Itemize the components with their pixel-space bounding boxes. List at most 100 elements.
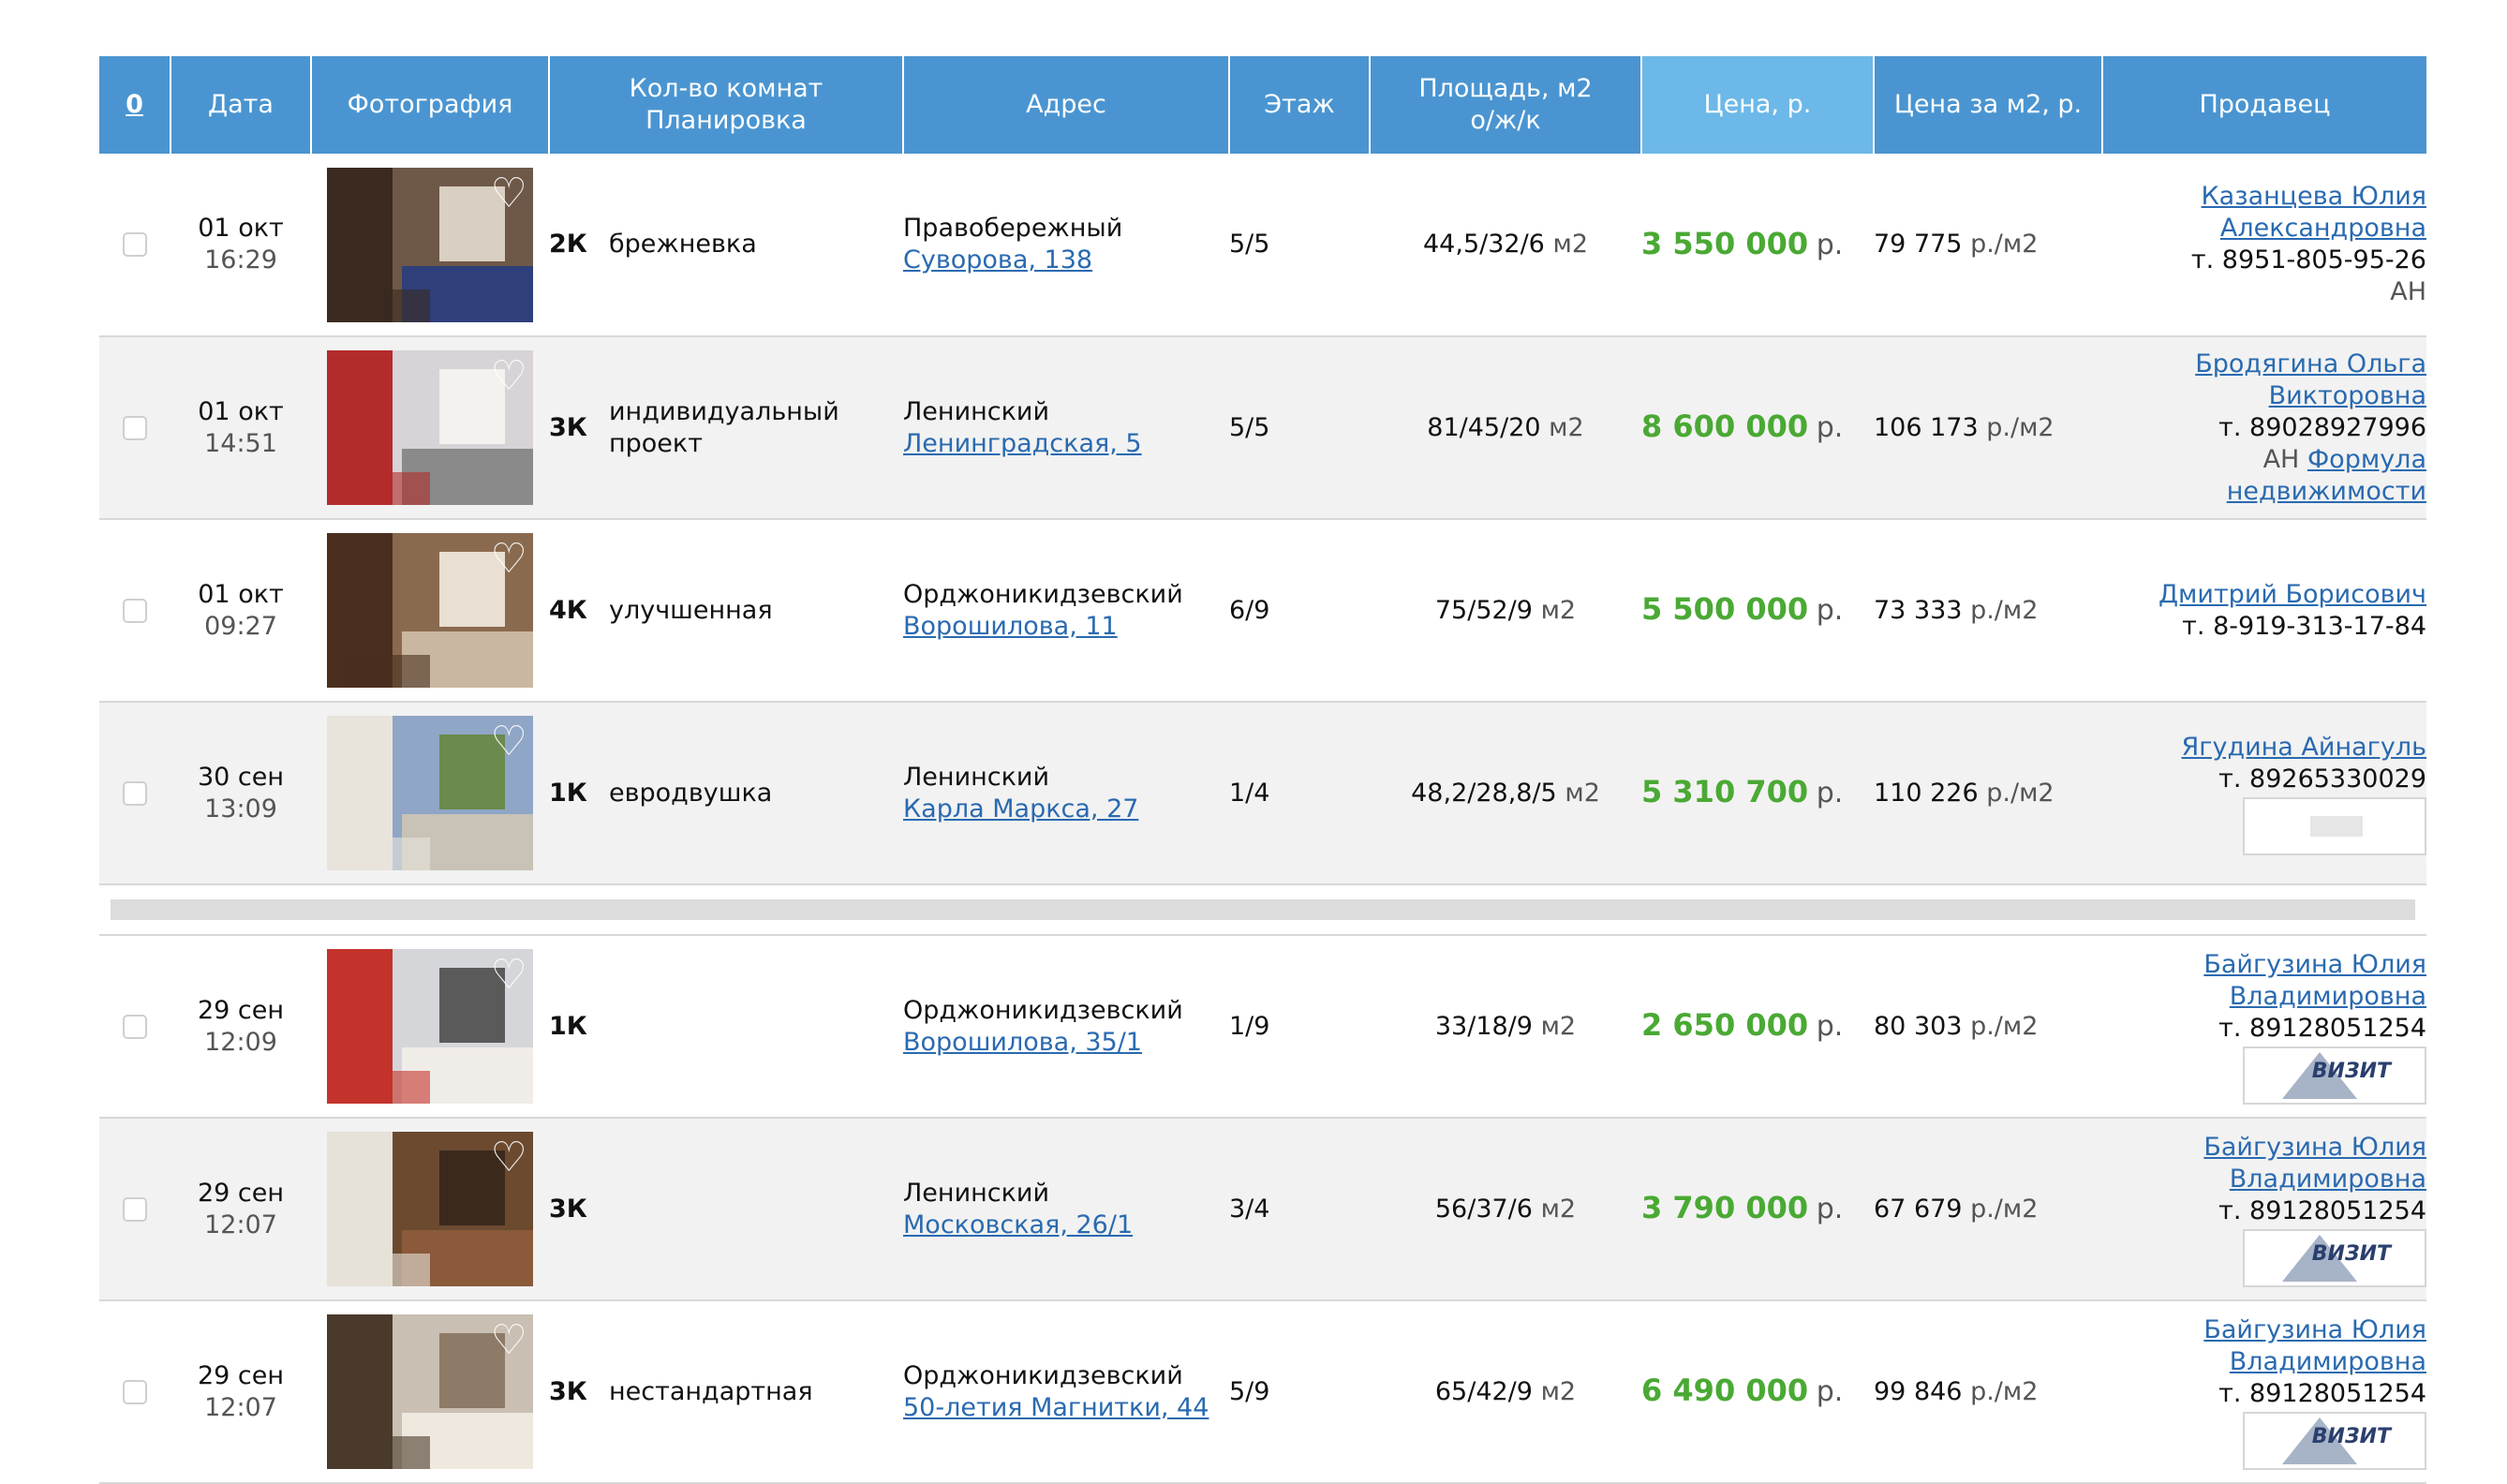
favorite-heart-icon[interactable]: ♡ (491, 1137, 527, 1179)
seller-name-link[interactable]: Байгузина Юлия Владимировна (2203, 1315, 2426, 1376)
agency-logo[interactable] (2243, 796, 2426, 855)
listing-row[interactable]: 29 сен 12:07 ♡ 3К Ленинский Московская, … (99, 1118, 2426, 1301)
district: Ленинский (903, 762, 1050, 792)
listing-row[interactable]: 01 окт 09:27 ♡ 4К улучшенная Орджоникидз… (99, 519, 2426, 703)
listing-photo[interactable]: ♡ (327, 533, 533, 688)
select-checkbox[interactable] (123, 415, 147, 440)
street-link[interactable]: 50-летия Магнитки, 44 (903, 1393, 1209, 1422)
seller-name-link[interactable]: Байгузина Юлия Владимировна (2203, 1133, 2426, 1194)
street-link[interactable]: Московская, 26/1 (903, 1210, 1133, 1239)
price-per-m2-value: 67 679 (1874, 1194, 1963, 1224)
layout-type: индивидуальный проект (609, 396, 839, 458)
select-checkbox[interactable] (123, 1014, 147, 1039)
address-cell: Орджоникидзевский Ворошилова, 11 (903, 519, 1229, 703)
header-sort[interactable]: 0 (99, 56, 171, 154)
seller-phone: т. 89128051254 (2218, 1378, 2426, 1408)
listing-row[interactable]: 29 сен 12:09 ♡ 1К Орджоникидзевский Воро… (99, 935, 2426, 1119)
select-checkbox[interactable] (123, 598, 147, 623)
seller-name-link[interactable]: Казанцева Юлия Александровна (2202, 182, 2427, 243)
seller-name-link[interactable]: Бродягина Ольга Викторовна (2195, 349, 2426, 410)
select-cell (99, 935, 171, 1119)
price-cell: 3 790 000 р. (1641, 1118, 1874, 1301)
favorite-heart-icon[interactable]: ♡ (491, 721, 527, 763)
header-address[interactable]: Адрес (902, 56, 1229, 154)
price-value: 5 310 700 (1641, 774, 1809, 809)
street-link[interactable]: Суворова, 138 (903, 245, 1092, 275)
seller-phone: т. 89265330029 (2218, 764, 2426, 794)
listing-row[interactable]: 29 сен 12:07 ♡ 3К нестандартная Орджоник… (99, 1300, 2426, 1484)
seller-name-link[interactable]: Ягудина Айнагуль (2182, 733, 2426, 762)
district: Правобережный (903, 214, 1123, 243)
logo-mark-icon (2310, 815, 2363, 837)
select-checkbox[interactable] (123, 1196, 147, 1222)
header-price-per-m2[interactable]: Цена за м2, р. (1873, 56, 2102, 154)
listing-time: 16:29 (204, 245, 277, 275)
seller-name-link[interactable]: Байгузина Юлия Владимировна (2203, 950, 2426, 1011)
district: Ленинский (903, 1178, 1050, 1208)
listing-row[interactable]: 01 окт 14:51 ♡ 3К индивидуальный проект … (99, 336, 2426, 520)
room-count: 1К (549, 1011, 587, 1041)
seller-name-link[interactable]: Дмитрий Борисович (2158, 580, 2426, 609)
header-seller[interactable]: Продавец (2101, 56, 2426, 154)
area-unit: м2 (1549, 412, 1584, 442)
listing-table-container: 0 Дата Фотография Кол-во комнат Планировк… (99, 56, 2426, 1484)
select-checkbox[interactable] (123, 1379, 147, 1404)
header-area[interactable]: Площадь, м2 о/ж/к (1369, 56, 1641, 154)
room-count: 3К (549, 412, 587, 442)
street-link[interactable]: Ворошилова, 11 (903, 612, 1118, 641)
listing-row[interactable]: 30 сен 13:09 ♡ 1К евродвушка Ленинский К… (99, 702, 2426, 885)
listing-photo[interactable]: ♡ (327, 949, 533, 1104)
listing-photo[interactable]: ♡ (327, 716, 533, 870)
sort-link[interactable]: 0 (126, 90, 143, 119)
header-date[interactable]: Дата (170, 56, 311, 154)
address-cell: Ленинский Карла Маркса, 27 (903, 702, 1229, 885)
room-count: 4К (549, 595, 587, 625)
agency-logo[interactable]: ВИЗИТ (2243, 1228, 2426, 1287)
listing-time: 12:09 (204, 1027, 277, 1057)
favorite-heart-icon[interactable]: ♡ (491, 955, 527, 996)
select-checkbox[interactable] (123, 232, 147, 257)
agency-prefix: АН (2390, 277, 2426, 306)
price-value: 5 500 000 (1641, 591, 1809, 627)
seller-cell: Байгузина Юлия Владимировна т. 891280512… (2102, 1118, 2426, 1301)
floor: 1/9 (1229, 935, 1370, 1119)
seller-phone: т. 89028927996 (2218, 412, 2426, 442)
listing-photo[interactable]: ♡ (327, 350, 533, 505)
favorite-heart-icon[interactable]: ♡ (491, 539, 527, 580)
layout-type: брежневка (609, 230, 757, 259)
street-link[interactable]: Ленинградская, 5 (903, 429, 1142, 458)
select-checkbox[interactable] (123, 780, 147, 806)
header-rooms[interactable]: Кол-во комнат Планировка (548, 56, 903, 154)
favorite-heart-icon[interactable]: ♡ (491, 1320, 527, 1361)
street-link[interactable]: Карла Маркса, 27 (903, 794, 1138, 824)
favorite-heart-icon[interactable]: ♡ (491, 356, 527, 397)
agency-link[interactable]: Формула недвижимости (2227, 445, 2426, 506)
photo-cell: ♡ (311, 154, 549, 337)
header-price[interactable]: Цена, р. (1640, 56, 1874, 154)
street-link[interactable]: Ворошилова, 35/1 (903, 1028, 1142, 1057)
agency-logo[interactable]: ВИЗИТ (2243, 1046, 2426, 1105)
area-unit: м2 (1540, 1194, 1577, 1224)
address-cell: Ленинский Московская, 26/1 (903, 1118, 1229, 1301)
listing-photo[interactable]: ♡ (327, 167, 533, 322)
listing-photo[interactable]: ♡ (327, 1314, 533, 1469)
price-per-m2-cell: 67 679 р./м2 (1874, 1118, 2102, 1301)
listing-photo[interactable]: ♡ (327, 1132, 533, 1286)
select-cell (99, 336, 171, 520)
district: Орджоникидзевский (903, 995, 1183, 1025)
price-cell: 5 500 000 р. (1641, 519, 1874, 703)
address-cell: Правобережный Суворова, 138 (903, 154, 1229, 337)
favorite-heart-icon[interactable]: ♡ (491, 172, 527, 215)
agency-logo-slot: ВИЗИТ (2102, 1227, 2426, 1287)
header-photo: Фотография (310, 56, 549, 154)
agency-logo[interactable]: ВИЗИТ (2243, 1411, 2426, 1470)
price-per-m2-cell: 73 333 р./м2 (1874, 519, 2102, 703)
photo-cell: ♡ (311, 935, 549, 1119)
header-area-line1: Площадь, м2 (1418, 74, 1593, 103)
header-floor[interactable]: Этаж (1228, 56, 1370, 154)
listing-row[interactable]: 01 окт 16:29 ♡ 2К брежневка Правобережны… (99, 154, 2427, 337)
layout-type: улучшенная (609, 595, 773, 625)
area-value: 56/37/6 (1434, 1194, 1533, 1224)
price-per-m2-value: 106 173 (1874, 412, 1979, 442)
rooms-cell: 2К брежневка (549, 154, 903, 337)
